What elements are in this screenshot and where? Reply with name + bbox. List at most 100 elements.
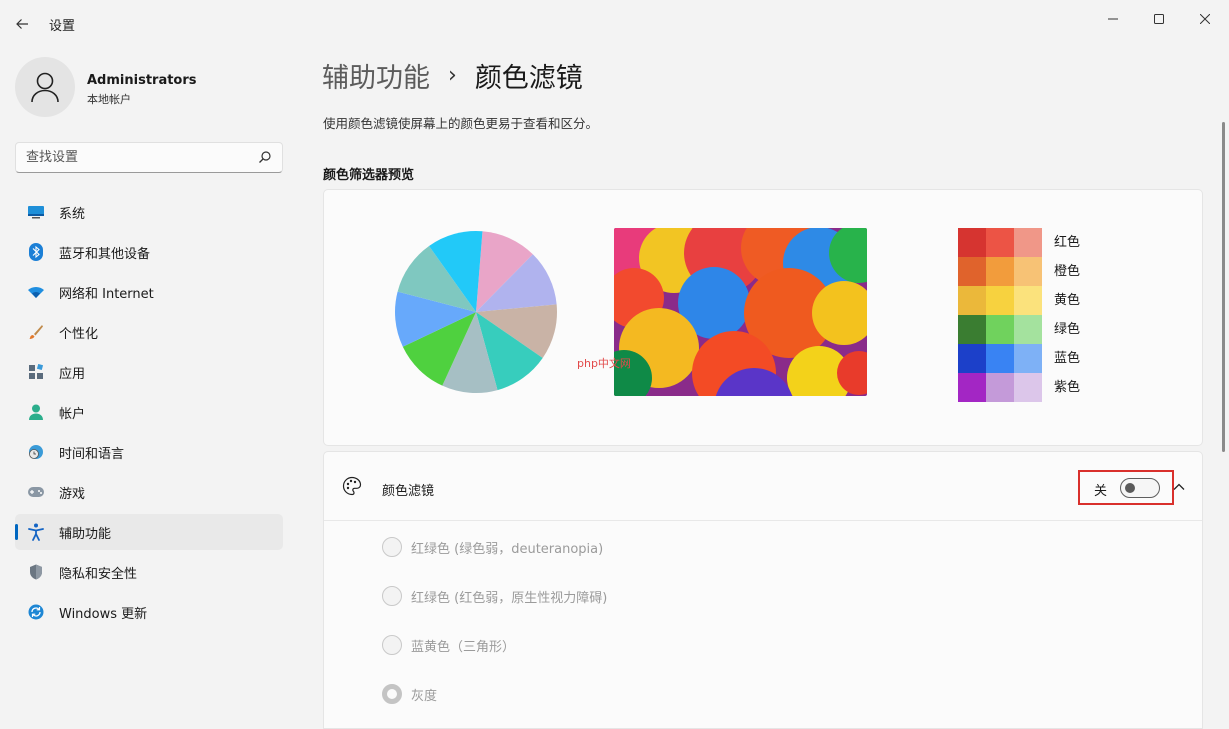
swatch-row-red: 红色 xyxy=(958,228,1102,257)
swatch-mid xyxy=(986,373,1014,402)
swatch-mid xyxy=(986,257,1014,286)
sidebar-item-apps[interactable]: 应用 xyxy=(15,354,283,390)
sidebar-item-system[interactable]: 系统 xyxy=(15,194,283,230)
breadcrumb: 辅助功能 › 颜色滤镜 xyxy=(322,56,583,95)
palette-icon xyxy=(342,476,362,496)
sidebar-item-label: 帐户 xyxy=(59,406,86,422)
sidebar-item-accessibility[interactable]: 辅助功能 xyxy=(15,514,283,550)
sidebar-item-privacy[interactable]: 隐私和安全性 xyxy=(15,554,283,590)
swatch-light xyxy=(1014,344,1042,373)
shield-icon xyxy=(27,563,45,581)
sidebar-item-label: 蓝牙和其他设备 xyxy=(59,246,151,262)
radio-label: 蓝黄色（三角形） xyxy=(411,639,516,655)
sidebar-item-label: 个性化 xyxy=(59,326,99,342)
sidebar-item-label: Windows 更新 xyxy=(59,606,148,622)
swatch-row-yellow: 黄色 xyxy=(958,286,1102,315)
maximize-icon xyxy=(1154,14,1164,24)
color-filter-header[interactable]: 颜色滤镜 关 xyxy=(324,452,1202,521)
sidebar-item-bluetooth[interactable]: 蓝牙和其他设备 xyxy=(15,234,283,270)
filter-option-tritanopia[interactable]: 蓝黄色（三角形） xyxy=(382,634,515,656)
sidebar-item-label: 隐私和安全性 xyxy=(59,566,138,582)
search-icon[interactable] xyxy=(258,150,272,164)
color-filter-card: 颜色滤镜 关 红绿色 (绿色弱，deuteranopia) 红绿色 (红色弱，原… xyxy=(323,451,1203,729)
page-title: 颜色滤镜 xyxy=(474,63,583,94)
color-filter-toggle[interactable] xyxy=(1120,478,1160,498)
update-icon xyxy=(27,603,45,621)
search-input[interactable] xyxy=(26,143,246,172)
swatch-label: 蓝色 xyxy=(1054,351,1081,366)
chevron-up-icon[interactable] xyxy=(1172,480,1186,494)
sidebar-item-label: 时间和语言 xyxy=(59,446,125,462)
person-icon xyxy=(27,403,45,421)
sidebar-nav: 系统 蓝牙和其他设备 网络和 Internet 个性化 应用 帐户 时间和语言 … xyxy=(15,194,283,634)
swatch-label: 绿色 xyxy=(1054,322,1081,337)
title-bar: 设置 xyxy=(0,0,1229,46)
radio-button[interactable] xyxy=(382,537,402,557)
sidebar-item-label: 系统 xyxy=(59,206,86,222)
sidebar-item-personalization[interactable]: 个性化 xyxy=(15,314,283,350)
swatch-light xyxy=(1014,257,1042,286)
color-filter-title: 颜色滤镜 xyxy=(382,484,435,499)
scrollbar[interactable] xyxy=(1222,122,1225,452)
bluetooth-icon xyxy=(27,243,45,261)
minimize-icon xyxy=(1108,18,1118,20)
radio-label: 红绿色 (绿色弱，deuteranopia) xyxy=(411,541,604,557)
sidebar-item-accounts[interactable]: 帐户 xyxy=(15,394,283,430)
toggle-state-label: 关 xyxy=(1094,484,1108,499)
radio-button-selected[interactable] xyxy=(382,684,402,704)
sidebar-item-label: 网络和 Internet xyxy=(59,286,154,302)
swatch-mid xyxy=(986,344,1014,373)
accessibility-icon xyxy=(27,523,45,541)
radio-button[interactable] xyxy=(382,586,402,606)
swatch-dark xyxy=(958,228,986,257)
swatch-label: 黄色 xyxy=(1054,293,1081,308)
swatch-dark xyxy=(958,257,986,286)
swatch-light xyxy=(1014,286,1042,315)
avatar xyxy=(15,57,75,117)
swatch-light xyxy=(1014,228,1042,257)
breadcrumb-separator: › xyxy=(448,63,457,88)
radio-button[interactable] xyxy=(382,635,402,655)
wifi-icon xyxy=(27,283,45,301)
radio-label: 红绿色 (红色弱，原生性视力障碍) xyxy=(411,590,608,606)
brush-icon xyxy=(27,323,45,341)
color-filter-toggle-highlight: 关 xyxy=(1078,470,1174,505)
sidebar-item-windows-update[interactable]: Windows 更新 xyxy=(15,594,283,630)
swatch-row-orange: 橙色 xyxy=(958,257,1102,286)
sidebar-item-gaming[interactable]: 游戏 xyxy=(15,474,283,510)
sidebar-item-network[interactable]: 网络和 Internet xyxy=(15,274,283,310)
maximize-button[interactable] xyxy=(1136,4,1182,34)
sidebar-item-label: 应用 xyxy=(59,366,86,382)
preview-pie-chart xyxy=(395,231,557,393)
filter-option-deuteranopia[interactable]: 红绿色 (绿色弱，deuteranopia) xyxy=(382,536,603,558)
swatch-dark xyxy=(958,286,986,315)
user-profile[interactable]: Administrators 本地帐户 xyxy=(15,57,285,119)
breadcrumb-parent[interactable]: 辅助功能 xyxy=(322,56,430,95)
php-watermark-logo: php中文网 xyxy=(577,356,631,370)
monitor-icon xyxy=(27,203,45,221)
search-box[interactable] xyxy=(15,142,283,173)
swatch-light xyxy=(1014,315,1042,344)
swatch-label: 红色 xyxy=(1054,235,1081,250)
close-button[interactable] xyxy=(1182,4,1228,34)
swatch-light xyxy=(1014,373,1042,402)
filter-option-grayscale[interactable]: 灰度 xyxy=(382,683,437,705)
swatch-row-green: 绿色 xyxy=(958,315,1102,344)
close-icon xyxy=(1200,14,1210,24)
filter-option-protanopia[interactable]: 红绿色 (红色弱，原生性视力障碍) xyxy=(382,585,607,607)
back-button[interactable] xyxy=(10,12,34,36)
user-name: Administrators xyxy=(87,73,197,88)
minimize-button[interactable] xyxy=(1090,4,1136,34)
app-title: 设置 xyxy=(49,19,76,34)
swatch-mid xyxy=(986,286,1014,315)
apps-icon xyxy=(27,363,45,381)
color-filter-preview-card: 红色 橙色 黄色 绿色 蓝色 紫色 xyxy=(323,189,1203,446)
swatch-row-blue: 蓝色 xyxy=(958,344,1102,373)
swatch-label: 橙色 xyxy=(1054,264,1081,279)
account-type: 本地帐户 xyxy=(87,93,131,106)
gamepad-icon xyxy=(27,483,45,501)
swatch-label: 紫色 xyxy=(1054,380,1081,395)
sidebar-item-label: 游戏 xyxy=(59,486,86,502)
sidebar-item-time-language[interactable]: 时间和语言 xyxy=(15,434,283,470)
preview-section-title: 颜色筛选器预览 xyxy=(323,168,415,183)
